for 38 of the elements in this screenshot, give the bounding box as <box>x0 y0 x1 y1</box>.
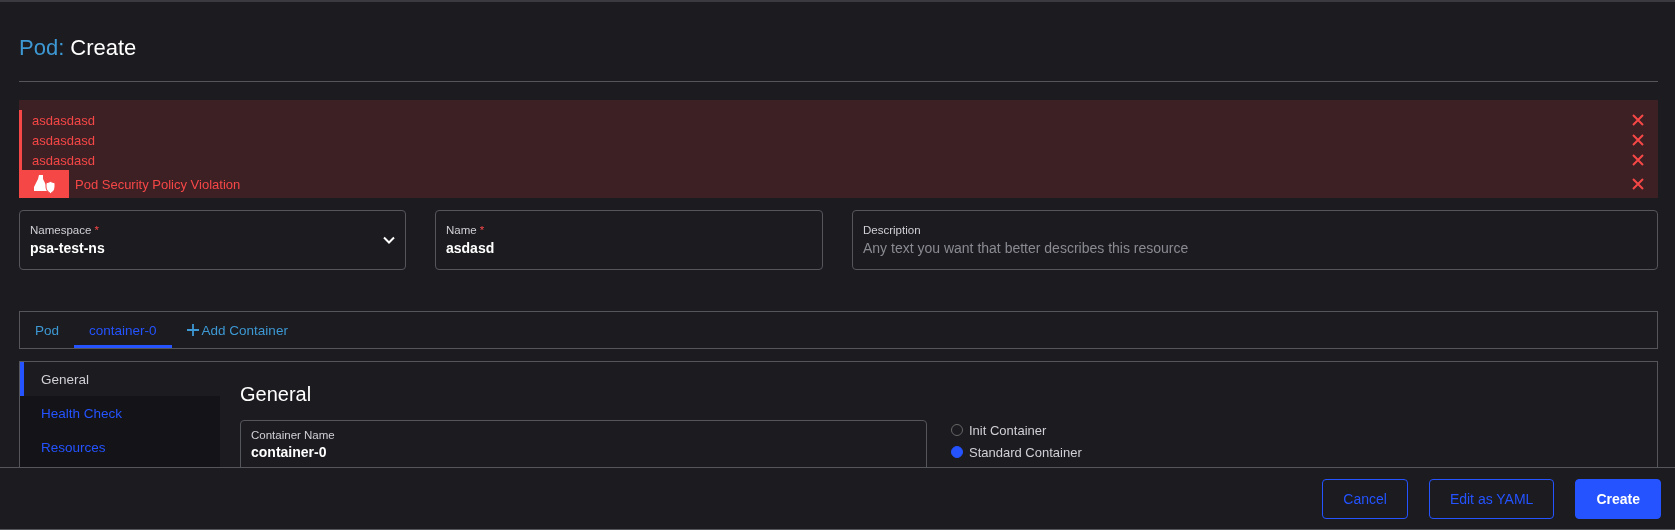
close-icon[interactable] <box>1632 114 1644 126</box>
error-message: asdasdasd <box>32 112 95 128</box>
error-message: asdasdasd <box>32 132 95 148</box>
page-title: Create <box>70 34 137 61</box>
secondary-button[interactable]: Edit as YAML <box>1428 478 1555 519</box>
plus-icon <box>186 324 199 336</box>
close-icon[interactable] <box>1632 134 1644 146</box>
nav-item[interactable]: General <box>20 362 220 396</box>
field-label: Container Name <box>251 429 336 441</box>
close-icon[interactable] <box>1632 178 1644 190</box>
field-label: Description <box>863 224 921 236</box>
chevron-down-icon <box>383 236 395 244</box>
create-button[interactable]: Create <box>1575 478 1661 519</box>
field-value: asdasd <box>446 240 496 256</box>
section-heading: General <box>240 383 313 406</box>
close-icon[interactable] <box>1632 154 1644 166</box>
field-label: Name <box>446 224 477 236</box>
required-mark: * <box>479 224 485 236</box>
error-message: asdasdasd <box>32 152 95 168</box>
field-label: Namespace <box>30 224 92 236</box>
field-value: container-0 <box>251 444 328 460</box>
select-value: psa-test-ns <box>30 240 106 256</box>
tab[interactable]: Pod <box>20 312 75 348</box>
radio-label: Standard Container <box>969 444 1082 460</box>
error-message: Pod Security Policy Violation <box>75 176 242 192</box>
secondary-button[interactable]: Cancel <box>1322 478 1408 519</box>
radio-button[interactable] <box>951 446 963 458</box>
required-mark: * <box>94 224 99 236</box>
flask-shield-icon <box>33 174 55 194</box>
add-container-tab[interactable]: Add Container <box>171 312 303 348</box>
text-field[interactable]: Container Name container-0 <box>240 420 927 467</box>
text-field[interactable]: Name * asdasd <box>435 210 823 270</box>
text-field[interactable]: Description Any text you want that better describes this resource <box>852 210 1658 270</box>
radio-label: Init Container <box>969 422 1047 438</box>
field-placeholder: Any text you want that better describes this resource <box>863 240 1190 256</box>
resource-type: Pod: <box>19 34 65 61</box>
tab[interactable]: container-0 <box>74 312 172 348</box>
namespace-select[interactable]: Namespace * psa-test-ns <box>19 210 406 270</box>
